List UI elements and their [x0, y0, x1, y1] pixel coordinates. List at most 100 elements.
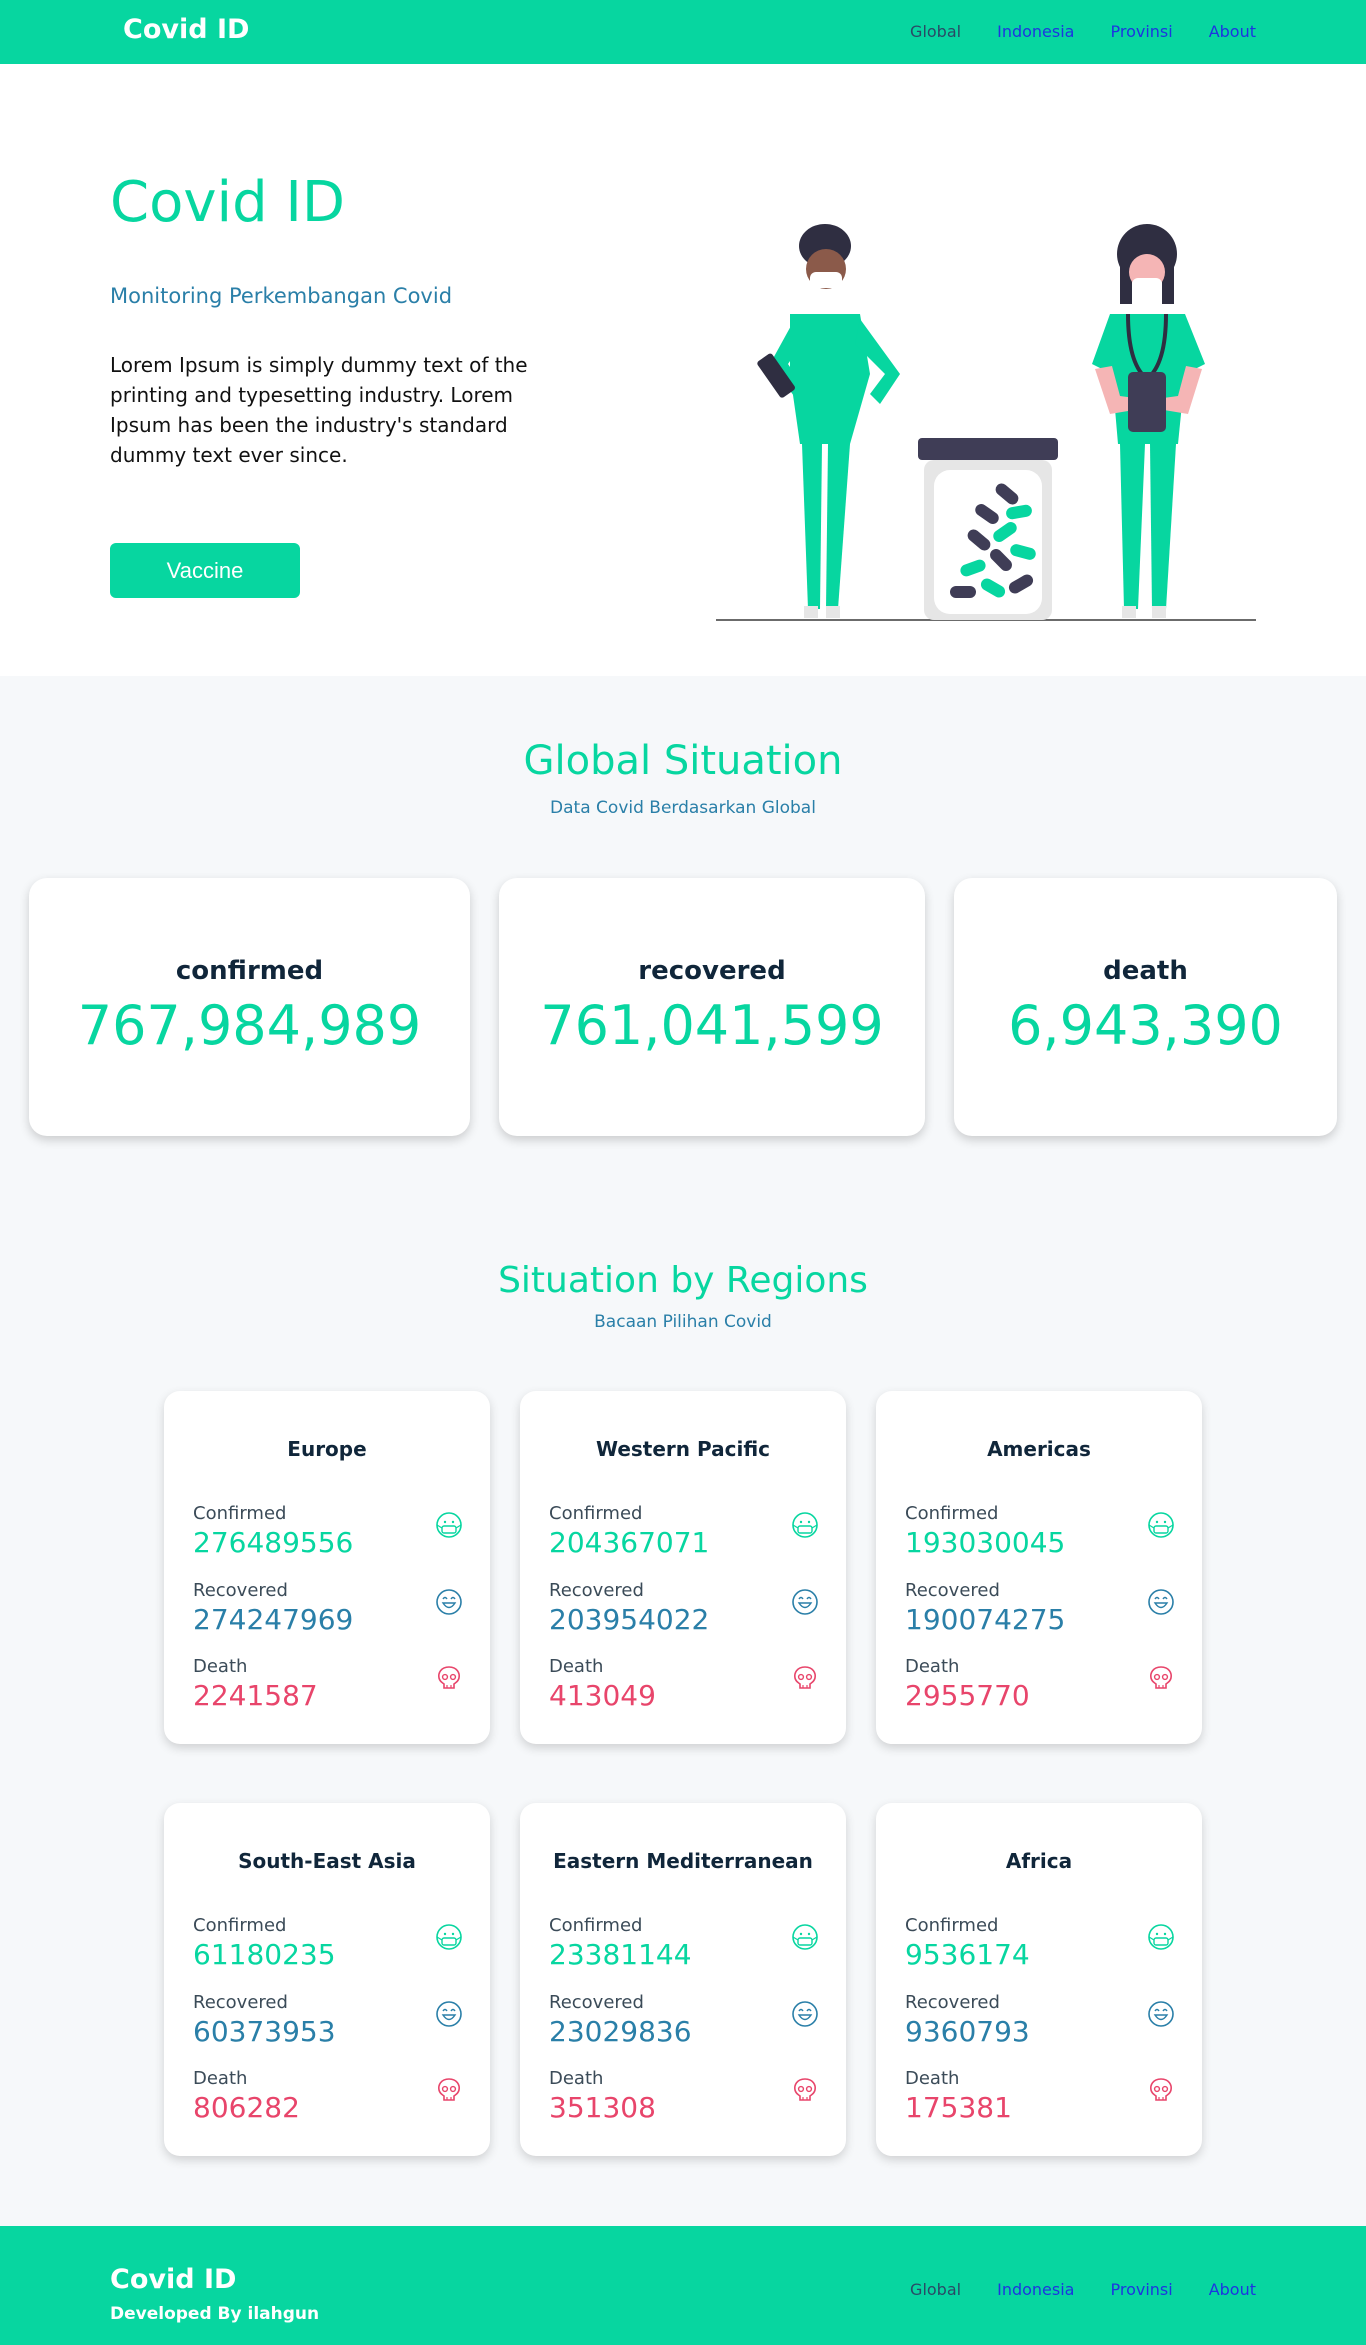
- global-section-title: Global Situation: [523, 738, 843, 784]
- region-stat-label: Death: [905, 2068, 960, 2089]
- region-stat-label: Recovered: [905, 1992, 1000, 2013]
- region-stat-recovered: Recovered 274247969: [193, 1580, 463, 1650]
- mask-face-icon: [791, 1511, 819, 1539]
- region-stat-confirmed: Confirmed 276489556: [193, 1503, 463, 1573]
- region-stat-label: Recovered: [193, 1580, 288, 1601]
- global-card-confirmed: confirmed 767,984,989: [29, 878, 470, 1136]
- region-card: Eastern Mediterranean Confirmed 23381144 Re…: [520, 1803, 846, 2156]
- doctor-right-figure: [1092, 224, 1205, 618]
- region-stat-confirmed: Confirmed 9536174: [905, 1915, 1175, 1985]
- happy-face-icon: [435, 2000, 463, 2028]
- region-stat-value: 274247969: [193, 1603, 354, 1636]
- footer-link-about[interactable]: About: [1209, 2280, 1256, 2299]
- region-stat-value: 190074275: [905, 1603, 1066, 1636]
- region-name: Eastern Mediterranean: [553, 1849, 813, 1873]
- region-stat-value: 9536174: [905, 1938, 1030, 1971]
- region-stat-label: Confirmed: [549, 1915, 643, 1936]
- region-stat-label: Death: [549, 2068, 604, 2089]
- region-stat-death: Death 2241587: [193, 1656, 463, 1726]
- region-stat-death: Death 351308: [549, 2068, 819, 2138]
- footer-link-provinsi[interactable]: Provinsi: [1110, 2280, 1172, 2299]
- nav-link-indonesia[interactable]: Indonesia: [997, 22, 1074, 41]
- happy-face-icon: [435, 1588, 463, 1616]
- doctors-illustration: [716, 224, 1256, 621]
- region-stat-label: Recovered: [905, 1580, 1000, 1601]
- region-stat-value: 23381144: [549, 1938, 692, 1971]
- region-stat-label: Confirmed: [193, 1915, 287, 1936]
- region-stat-value: 60373953: [193, 2015, 336, 2048]
- footer-link-indonesia[interactable]: Indonesia: [997, 2280, 1074, 2299]
- region-stat-label: Confirmed: [905, 1915, 999, 1936]
- region-stat-value: 193030045: [905, 1526, 1066, 1559]
- footer: Covid ID Developed By ilahgun Global Ind…: [0, 2226, 1366, 2345]
- skull-icon: [1147, 1664, 1175, 1692]
- doctor-left-figure: [757, 224, 900, 618]
- footer-developer-credit: Developed By ilahgun: [110, 2304, 320, 2324]
- skull-icon: [435, 2076, 463, 2104]
- mask-face-icon: [435, 1923, 463, 1951]
- region-card: Europe Confirmed 276489556 Recovered 2742479…: [164, 1391, 490, 1744]
- nav-link-global[interactable]: Global: [910, 22, 961, 41]
- region-stat-value: 61180235: [193, 1938, 336, 1971]
- regions-section-subtitle: Bacaan Pilihan Covid: [594, 1312, 772, 1332]
- region-stat-value: 2955770: [905, 1679, 1030, 1712]
- region-stat-recovered: Recovered 23029836: [549, 1992, 819, 2062]
- hero-subtitle: Monitoring Perkembangan Covid: [110, 284, 453, 308]
- region-stat-recovered: Recovered 203954022: [549, 1580, 819, 1650]
- region-stat-value: 203954022: [549, 1603, 710, 1636]
- region-card: South-East Asia Confirmed 61180235 Recovere…: [164, 1803, 490, 2156]
- region-stat-label: Death: [549, 1656, 604, 1677]
- region-stat-label: Recovered: [549, 1580, 644, 1601]
- hero-section: Covid ID Monitoring Perkembangan Covid L…: [0, 64, 1366, 676]
- skull-icon: [1147, 2076, 1175, 2104]
- region-stat-recovered: Recovered 60373953: [193, 1992, 463, 2062]
- region-stat-recovered: Recovered 190074275: [905, 1580, 1175, 1650]
- mask-face-icon: [1147, 1511, 1175, 1539]
- region-stat-label: Confirmed: [193, 1503, 287, 1524]
- region-stat-death: Death 175381: [905, 2068, 1175, 2138]
- happy-face-icon: [791, 2000, 819, 2028]
- region-stat-confirmed: Confirmed 204367071: [549, 1503, 819, 1573]
- mask-face-icon: [435, 1511, 463, 1539]
- region-stat-label: Death: [193, 2068, 248, 2089]
- region-stat-label: Death: [905, 1656, 960, 1677]
- region-stat-label: Confirmed: [549, 1503, 643, 1524]
- nav-link-provinsi[interactable]: Provinsi: [1110, 22, 1172, 41]
- region-stat-recovered: Recovered 9360793: [905, 1992, 1175, 2062]
- nav-link-about[interactable]: About: [1209, 22, 1256, 41]
- brand-logo[interactable]: Covid ID: [123, 14, 249, 45]
- region-stat-value: 23029836: [549, 2015, 692, 2048]
- vaccine-button[interactable]: Vaccine: [110, 543, 300, 598]
- region-stat-death: Death 413049: [549, 1656, 819, 1726]
- region-name: South-East Asia: [238, 1849, 416, 1873]
- nav-links: Global Indonesia Provinsi About: [910, 22, 1256, 41]
- region-stat-value: 175381: [905, 2091, 1012, 2124]
- region-card: Americas Confirmed 193030045 Recovered 19007…: [876, 1391, 1202, 1744]
- region-stat-label: Recovered: [549, 1992, 644, 2013]
- region-stat-death: Death 806282: [193, 2068, 463, 2138]
- skull-icon: [791, 1664, 819, 1692]
- global-card-value: 6,943,390: [1008, 994, 1283, 1057]
- region-name: Americas: [987, 1437, 1091, 1461]
- region-card: Western Pacific Confirmed 204367071 Recover…: [520, 1391, 846, 1744]
- top-navbar: Covid ID Global Indonesia Provinsi About: [0, 0, 1366, 64]
- region-stat-confirmed: Confirmed 193030045: [905, 1503, 1175, 1573]
- global-card-value: 767,984,989: [77, 994, 422, 1057]
- global-card-death: death 6,943,390: [954, 878, 1337, 1136]
- region-stat-value: 806282: [193, 2091, 300, 2124]
- happy-face-icon: [1147, 2000, 1175, 2028]
- region-stat-value: 351308: [549, 2091, 656, 2124]
- region-stat-value: 9360793: [905, 2015, 1030, 2048]
- region-stat-death: Death 2955770: [905, 1656, 1175, 1726]
- region-stat-value: 276489556: [193, 1526, 354, 1559]
- footer-link-global[interactable]: Global: [910, 2280, 961, 2299]
- happy-face-icon: [1147, 1588, 1175, 1616]
- mask-face-icon: [1147, 1923, 1175, 1951]
- mask-face-icon: [791, 1923, 819, 1951]
- skull-icon: [435, 1664, 463, 1692]
- skull-icon: [791, 2076, 819, 2104]
- region-name: Western Pacific: [595, 1437, 770, 1461]
- region-stat-label: Death: [193, 1656, 248, 1677]
- global-card-recovered: recovered 761,041,599: [499, 878, 925, 1136]
- global-card-label: death: [1103, 956, 1188, 986]
